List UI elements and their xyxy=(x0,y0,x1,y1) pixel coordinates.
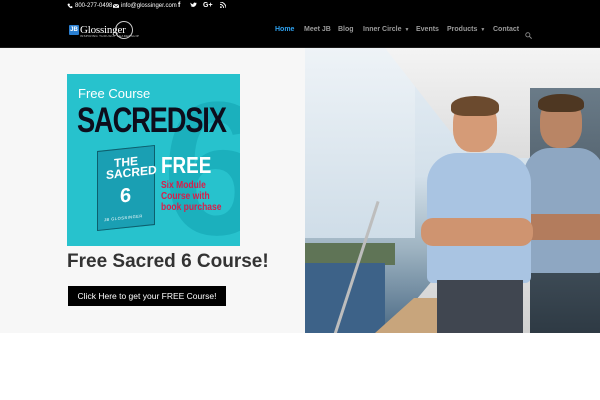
sacred-six-promo-image[interactable]: 6 Free Course SACREDSIX THE SACRED 6 JB … xyxy=(67,74,240,246)
promo-title: SACREDSIX xyxy=(77,101,227,140)
mail-icon xyxy=(112,3,120,9)
book-number: 6 xyxy=(120,184,132,208)
logo-mark: JB xyxy=(69,25,79,35)
nav-meet-jb[interactable]: Meet JB xyxy=(304,26,331,33)
photo-person xyxy=(421,96,535,333)
book-title: THE SACRED xyxy=(106,153,157,183)
promo-subtitle: Six Module Course with book purchase xyxy=(161,180,222,213)
promo-free: FREE xyxy=(161,152,212,178)
nav-events[interactable]: Events xyxy=(416,26,439,33)
nav-label: Events xyxy=(416,26,439,33)
course-heading: Free Sacred 6 Course! xyxy=(67,251,269,272)
nav-label: Meet JB xyxy=(304,26,331,33)
photo-reflection xyxy=(520,94,600,331)
rss-icon[interactable] xyxy=(219,1,227,11)
phone-number[interactable]: 800-277-0498 xyxy=(75,2,112,10)
nav-label: Products xyxy=(447,26,478,33)
nav-label: Contact xyxy=(493,26,520,33)
google-plus-icon[interactable]: G+ xyxy=(203,2,213,10)
search-icon[interactable] xyxy=(525,26,532,39)
site-header: JB Glossinger INSPIRING THOUGHT LEADERSH… xyxy=(0,12,600,48)
nav-label: Blog xyxy=(338,26,354,33)
book-cover: THE SACRED 6 JB GLOSSINGER xyxy=(97,144,157,232)
email-contact[interactable]: info@glossinger.com xyxy=(112,2,177,10)
photo-shore xyxy=(305,243,395,265)
site-logo[interactable]: JB Glossinger INSPIRING THOUGHT LEADERSH… xyxy=(69,21,139,39)
logo-ring xyxy=(115,21,133,39)
nav-products[interactable]: Products ▼ xyxy=(447,26,485,33)
twitter-icon[interactable] xyxy=(190,2,197,11)
top-bar: 800-277-0498 info@glossinger.com f G+ xyxy=(0,0,600,12)
email-address[interactable]: info@glossinger.com xyxy=(121,2,177,10)
phone-contact[interactable]: 800-277-0498 xyxy=(67,2,112,10)
chevron-down-icon: ▼ xyxy=(480,26,486,33)
nav-contact[interactable]: Contact xyxy=(493,26,519,33)
photo-sky xyxy=(305,48,415,238)
hero-photo xyxy=(305,48,600,333)
nav-inner-circle[interactable]: Inner Circle ▼ xyxy=(363,26,409,33)
nav-label: Inner Circle xyxy=(363,26,402,33)
facebook-icon[interactable]: f xyxy=(178,2,180,10)
nav-home[interactable]: Home xyxy=(275,26,294,33)
promo-free-course: Free Course xyxy=(78,86,151,101)
phone-icon xyxy=(67,3,73,9)
get-free-course-button[interactable]: Click Here to get your FREE Course! xyxy=(68,286,226,306)
chevron-down-icon: ▼ xyxy=(404,26,410,33)
nav-label: Home xyxy=(275,26,295,33)
nav-blog[interactable]: Blog xyxy=(338,26,354,33)
book-author: JB GLOSSINGER xyxy=(104,213,143,223)
